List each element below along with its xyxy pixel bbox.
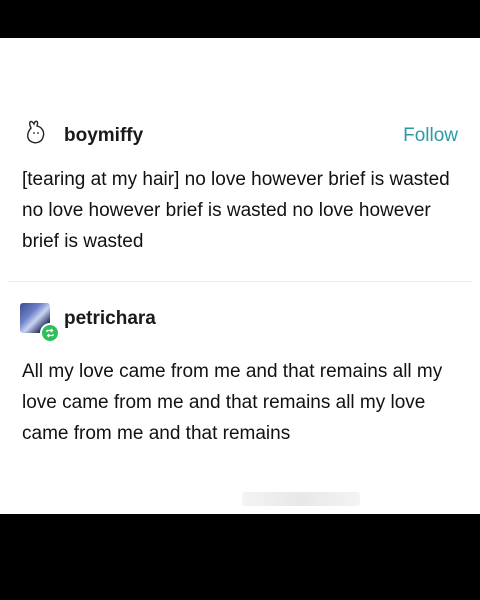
reblog-body-text: All my love came from me and that remain… [22,361,443,444]
reblog-header: petrichara [0,303,480,343]
post-card: boymiffy Follow [tearing at my hair] no … [0,38,480,514]
post-username[interactable]: boymiffy [64,125,143,147]
follow-button[interactable]: Follow [403,125,458,147]
original-post: boymiffy Follow [tearing at my hair] no … [0,118,480,252]
watermark [242,492,360,506]
reblog-post: petrichara All my love came from me and … [0,303,480,444]
post-body-text: [tearing at my hair] no love however bri… [22,169,450,252]
reblog-divider [8,281,472,282]
reblog-icon [40,323,60,343]
bunny-outline-icon[interactable] [22,118,56,150]
post-header: boymiffy Follow [0,118,480,152]
reblog-username[interactable]: petrichara [64,308,156,330]
